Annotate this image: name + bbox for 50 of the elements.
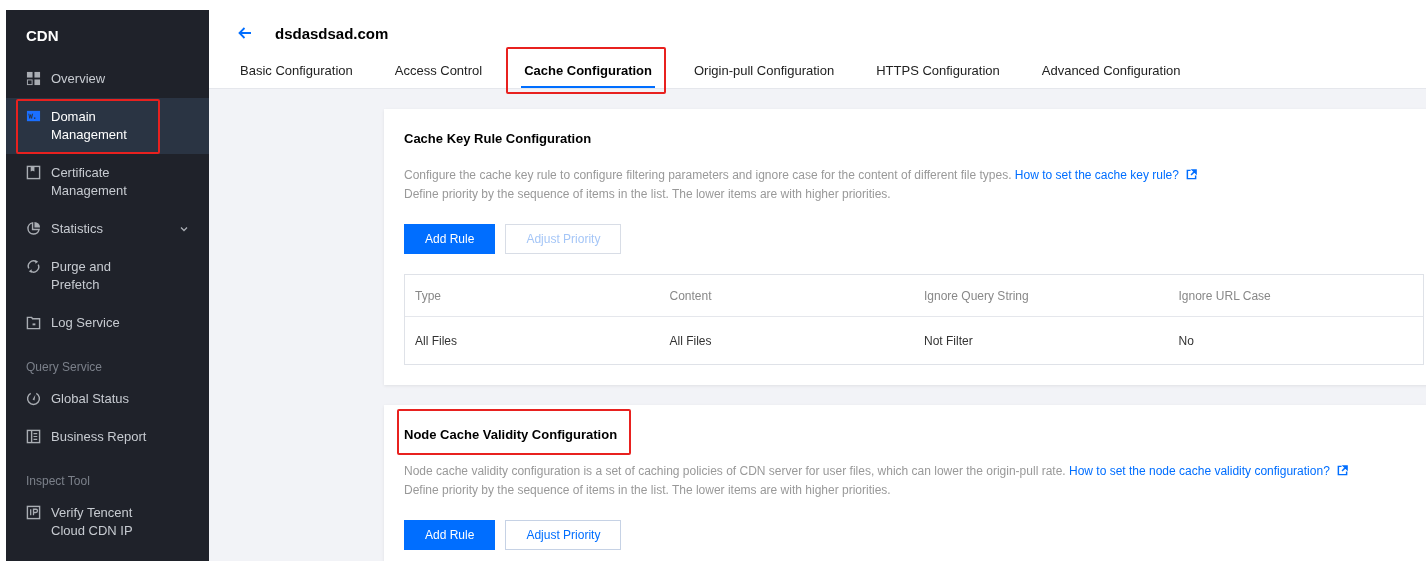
tab[interactable]: Access Control <box>391 56 486 88</box>
nav-item[interactable]: Business Report <box>6 418 209 456</box>
nav-item[interactable]: Overview <box>6 60 209 98</box>
nav-item[interactable]: Global Status <box>6 380 209 418</box>
column-header: Type <box>414 288 442 303</box>
description-text: Node cache validity configuration is a set of caching policies of CDN server for user files, which can lower the origin-pull rate. <box>404 464 1066 478</box>
tab[interactable]: HTTPS Configuration <box>873 56 1003 88</box>
document-icon <box>26 429 41 444</box>
ip-icon <box>26 505 41 520</box>
card-title: Cache Key Rule Configuration <box>404 131 592 146</box>
refresh-icon <box>26 259 41 274</box>
table-cell-text: No <box>1177 333 1195 348</box>
priority-note: Define priority by the sequence of items in the list. The lower items are with higher priorities. <box>404 482 892 499</box>
folder-icon <box>26 315 41 330</box>
tab[interactable]: Basic Configuration <box>237 56 356 88</box>
browser-icon <box>26 109 41 124</box>
nav-item[interactable]: Statistics <box>6 210 209 248</box>
pie-chart-icon <box>26 221 41 236</box>
add-rule-button[interactable]: Add Rule <box>404 224 496 254</box>
external-link-icon <box>1186 169 1198 180</box>
table-cell-text: Not Filter <box>923 333 974 348</box>
help-link[interactable]: How to set the cache key rule? <box>1014 168 1179 182</box>
back-arrow-icon[interactable] <box>237 25 253 41</box>
description-text: Configure the cache key rule to configure filtering parameters and ignore case for the content of different file types. <box>404 168 1012 182</box>
nav-item[interactable]: Domain Management <box>6 98 209 154</box>
gauge-icon <box>26 391 41 406</box>
tab[interactable]: Cache Configuration <box>521 56 655 88</box>
priority-note: Define priority by the sequence of items in the list. The lower items are with higher priorities. <box>404 186 892 203</box>
help-link[interactable]: How to set the node cache validity configuration? <box>1069 464 1330 478</box>
column-header: Ignore Query String <box>923 288 1030 303</box>
domain-title: dsdasdsad.com <box>275 24 389 42</box>
column-header: Ignore URL Case <box>1177 288 1272 303</box>
nav-item[interactable]: Verify Tencent Cloud CDN IP <box>6 494 209 550</box>
tab[interactable]: Origin-pull Configuration <box>691 56 838 88</box>
nav-item[interactable]: Certificate Management <box>6 154 209 210</box>
column-header: Content <box>668 288 713 303</box>
product-title: CDN <box>25 26 60 46</box>
table-cell-text: All Files <box>414 333 458 348</box>
table-cell-text: All Files <box>668 333 713 348</box>
tab[interactable]: Advanced Configuration <box>1038 56 1184 88</box>
add-rule-button[interactable]: Add Rule <box>404 520 496 550</box>
external-link-icon <box>1337 465 1349 476</box>
bookmark-icon <box>26 165 41 180</box>
nav-item[interactable]: Log Service <box>6 304 209 342</box>
section-label: Inspect Tool <box>25 473 91 490</box>
adjust-priority-button[interactable]: Adjust Priority <box>505 520 622 550</box>
section-label: Query Service <box>25 359 104 376</box>
nav-item[interactable]: Purge and Prefetch <box>6 248 209 304</box>
grid-icon <box>26 71 41 86</box>
card-title: Node Cache Validity Configuration <box>404 427 618 442</box>
